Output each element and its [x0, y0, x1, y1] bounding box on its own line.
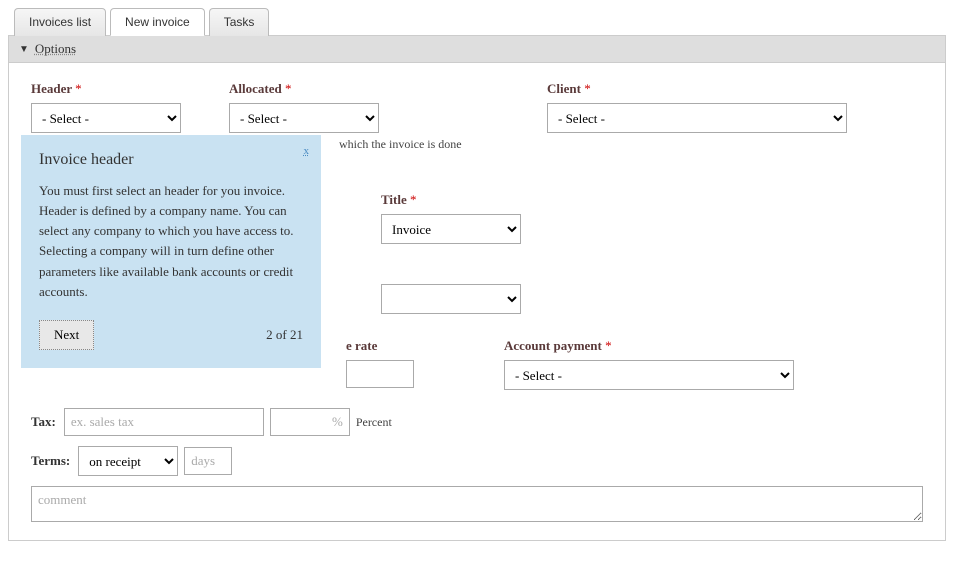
terms-days-input[interactable]: [184, 447, 232, 475]
allocated-help: which the invoice is done: [339, 137, 379, 152]
tax-percent-input[interactable]: [270, 408, 350, 436]
terms-select[interactable]: on receipt: [78, 446, 178, 476]
comment-textarea[interactable]: [31, 486, 923, 522]
mid-select[interactable]: [381, 284, 521, 314]
tab-invoices-list[interactable]: Invoices list: [14, 8, 106, 36]
popover-body: You must first select an header for you …: [39, 181, 303, 302]
header-label: Header *: [31, 81, 181, 97]
tour-popover: x Invoice header You must first select a…: [21, 135, 321, 368]
account-payment-label: Account payment *: [504, 338, 794, 354]
tab-new-invoice[interactable]: New invoice: [110, 8, 205, 36]
options-section-header[interactable]: ▼ Options: [9, 36, 945, 63]
invoice-panel: ▼ Options Header * - Select - Allocated …: [8, 36, 946, 541]
allocated-select[interactable]: - Select -: [229, 103, 379, 133]
title-label: Title *: [381, 192, 521, 208]
header-select[interactable]: - Select -: [31, 103, 181, 133]
tax-label: Tax:: [31, 414, 56, 430]
client-select[interactable]: - Select -: [547, 103, 847, 133]
account-payment-select[interactable]: - Select -: [504, 360, 794, 390]
popover-title: Invoice header: [39, 151, 303, 169]
rate-label: e rate: [346, 338, 416, 354]
popover-next-button[interactable]: Next: [39, 320, 94, 350]
collapse-icon: ▼: [19, 44, 29, 55]
popover-close-icon[interactable]: x: [304, 145, 310, 157]
popover-step: 2 of 21: [266, 327, 303, 343]
tab-bar: Invoices list New invoice Tasks: [8, 8, 946, 36]
terms-label: Terms:: [31, 453, 70, 469]
allocated-label: Allocated *: [229, 81, 379, 97]
percent-unit: Percent: [356, 415, 392, 430]
client-label: Client *: [547, 81, 847, 97]
title-select[interactable]: Invoice: [381, 214, 521, 244]
tab-tasks[interactable]: Tasks: [209, 8, 270, 36]
section-title: Options: [35, 41, 76, 57]
rate-input[interactable]: [346, 360, 414, 388]
form-body: Header * - Select - Allocated * - Select…: [9, 63, 945, 540]
tax-name-input[interactable]: [64, 408, 264, 436]
